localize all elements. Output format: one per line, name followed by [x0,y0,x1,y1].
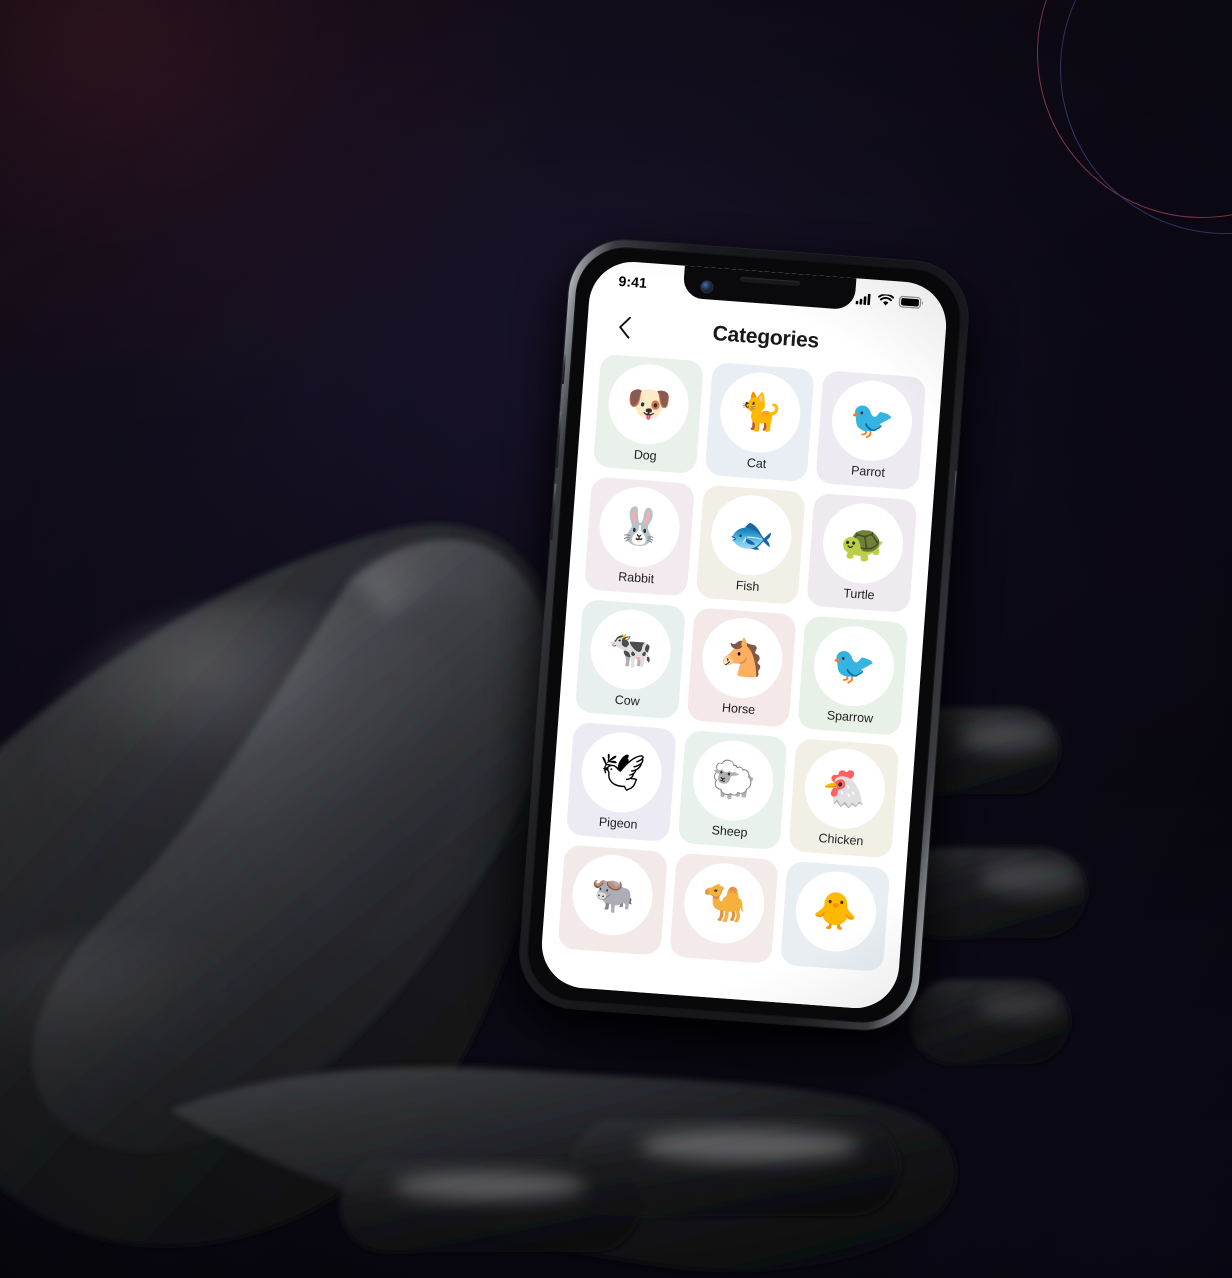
category-card[interactable]: 🐄 Cow [574,599,686,720]
back-button[interactable] [608,311,640,343]
fish-icon: 🐟 [708,492,795,579]
buffalo-icon: 🐃 [570,852,656,938]
cat-icon: 🐈 [717,369,804,456]
category-label: Pigeon [598,814,638,832]
status-time: 9:41 [618,272,648,291]
scene-root: 9:41 Categories 🐶 Dog 🐈 Cat 🐦 Parrot 🐰 R… [0,0,1232,1278]
category-card[interactable]: 🐴 Horse [686,607,797,728]
category-label: Cat [746,455,767,472]
category-card[interactable]: 🐶 Dog [592,353,704,475]
duck-icon: 🐥 [792,868,879,955]
category-label: Sparrow [826,708,874,726]
category-card[interactable]: 🐢 Turtle [806,492,918,614]
category-card[interactable]: 🐃 [557,844,668,956]
category-label: Fish [735,578,760,594]
parrot-icon: 🐦 [828,377,915,464]
camel-icon: 🐪 [681,860,768,947]
category-label: Chicken [818,831,864,849]
wifi-icon [878,293,895,306]
chicken-icon: 🐔 [801,745,888,832]
category-card[interactable]: 🐟 Fish [695,484,806,605]
pigeon-icon: 🕊 [579,729,665,816]
sparrow-icon: 🐦 [810,623,897,709]
category-label: Turtle [842,586,876,603]
category-card[interactable]: 🐈 Cat [704,361,815,483]
cow-icon: 🐄 [588,606,674,693]
dog-icon: 🐶 [606,361,692,448]
rabbit-icon: 🐰 [597,484,683,570]
phone-screen: 9:41 Categories 🐶 Dog 🐈 Cat 🐦 Parrot 🐰 R… [538,258,950,1012]
status-icons [855,292,925,309]
category-card[interactable]: 🕊 Pigeon [565,721,677,843]
category-card[interactable]: 🐦 Sparrow [797,615,909,736]
category-label: Dog [633,447,658,464]
category-label: Horse [721,700,756,717]
category-card[interactable]: 🐥 [780,860,891,973]
page-title: Categories [711,321,820,353]
category-card[interactable]: 🐔 Chicken [788,738,900,859]
chevron-left-icon [618,316,631,339]
category-grid[interactable]: 🐶 Dog 🐈 Cat 🐦 Parrot 🐰 Rabbit 🐟 Fish 🐢 Turtle 🐄 Cow 🐴 H… [539,353,942,1012]
category-label: Cow [614,692,641,709]
category-label: Parrot [850,463,886,480]
category-card[interactable]: 🐑 Sheep [677,729,788,851]
cellular-signal-icon [855,293,871,306]
category-label: Rabbit [617,569,655,587]
category-card[interactable]: 🐰 Rabbit [583,476,695,597]
horse-icon: 🐴 [699,615,786,701]
category-card[interactable]: 🐪 [668,852,779,964]
front-camera-icon [701,280,713,293]
phone-device: 9:41 Categories 🐶 Dog 🐈 Cat 🐦 Parrot 🐰 R… [516,236,972,1048]
sheep-icon: 🐑 [690,737,777,824]
category-card[interactable]: 🐦 Parrot [815,370,927,491]
earpiece-speaker-icon [739,276,801,287]
phone-bezel: 9:41 Categories 🐶 Dog 🐈 Cat 🐦 Parrot 🐰 R… [523,243,965,1027]
phone-notch [682,265,857,311]
phone-frame: 9:41 Categories 🐶 Dog 🐈 Cat 🐦 Parrot 🐰 R… [516,236,972,1034]
battery-icon [898,295,923,309]
category-label: Sheep [711,823,748,840]
turtle-icon: 🐢 [819,500,906,587]
